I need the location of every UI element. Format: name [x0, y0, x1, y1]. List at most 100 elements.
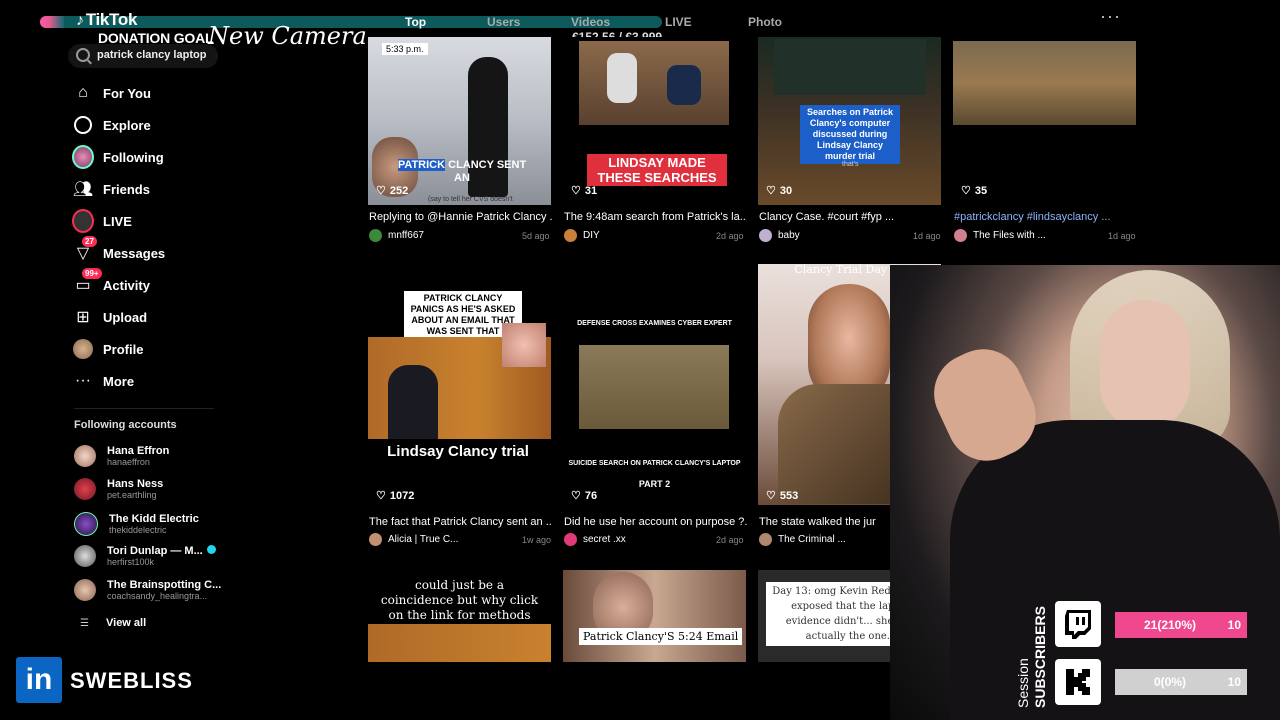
subscribers-label-text: SUBSCRIBERS	[1032, 606, 1048, 708]
video-thumbnail[interactable]: 5:33 p.m. PATRICK CLANCY SENT AN (say to…	[368, 37, 551, 205]
sidebar-item-for-you[interactable]: ⌂ For You	[72, 81, 212, 105]
nav-label: Activity	[103, 277, 150, 293]
compass-icon	[72, 114, 94, 136]
account-username: coachsandy_healingtra...	[107, 591, 208, 601]
overlay-small-text: (say to tell her CVS doesn't	[428, 196, 513, 203]
video-author[interactable]: Alicia | True C...	[369, 533, 458, 546]
tab-videos[interactable]: Videos	[571, 15, 610, 29]
video-thumbnail[interactable]: DEFENSE CROSS EXAMINES CYBER EXPERT SUIC…	[563, 283, 746, 505]
video-caption[interactable]: Clancy Case. #court #fyp ...	[759, 211, 942, 223]
following-account[interactable]: The Kidd Electric thekiddelectric	[74, 512, 199, 536]
author-name: Alicia | True C...	[388, 534, 459, 545]
overlay-part-text: PART 2	[638, 479, 671, 489]
video-thumbnail[interactable]: ♡ 35	[953, 37, 1136, 205]
video-thumbnail[interactable]: Searches on Patrick Clancy's computer di…	[758, 37, 941, 205]
avatar	[74, 478, 96, 500]
courtroom-image	[579, 41, 729, 125]
heart-icon: ♡	[766, 490, 776, 502]
heart-icon: ♡	[961, 185, 971, 197]
following-account[interactable]: Tori Dunlap — M... herfirst100k	[74, 545, 216, 567]
video-thumbnail[interactable]: could just be a coincidence but why clic…	[368, 570, 551, 662]
video-author[interactable]: secret .xx	[564, 533, 626, 546]
video-author[interactable]: DIY	[564, 229, 600, 242]
video-caption[interactable]: The 9:48am search from Patrick's la...	[564, 211, 747, 223]
video-author[interactable]: The Criminal ...	[759, 533, 846, 546]
avatar	[369, 229, 382, 242]
courtroom-image	[953, 41, 1136, 125]
tiktok-logo[interactable]: ♪ TikTok	[76, 10, 137, 30]
like-count: ♡ 553	[766, 489, 798, 503]
overlay-time: 5:33 p.m.	[382, 43, 428, 55]
nav-label: Explore	[103, 117, 151, 133]
like-count: ♡ 30	[766, 184, 792, 198]
search-icon	[76, 48, 90, 62]
overlay-text: DEFENSE CROSS EXAMINES CYBER EXPERT	[577, 320, 732, 327]
tiktok-logo-text: TikTok	[85, 10, 138, 29]
video-caption[interactable]: The fact that Patrick Clancy sent an ...	[369, 516, 552, 528]
activity-icon: ▭ 99+	[72, 268, 102, 296]
person-silhouette	[388, 365, 438, 439]
author-name: mnff667	[388, 230, 424, 241]
following-account[interactable]: Hans Ness pet.earthling	[74, 478, 163, 500]
video-age: 2d ago	[716, 535, 744, 545]
nav-label: More	[103, 373, 135, 389]
video-thumbnail[interactable]: LINDSAY MADE THESE SEARCHES ♡ 31	[563, 37, 746, 205]
following-avatar-icon	[72, 145, 94, 169]
account-username: pet.earthling	[107, 490, 157, 500]
tab-users[interactable]: Users	[487, 15, 520, 29]
search-query[interactable]: patrick clancy laptop	[97, 49, 206, 61]
sidebar-item-activity[interactable]: ▭ 99+ Activity	[72, 268, 212, 297]
sidebar-item-explore[interactable]: Explore	[72, 113, 212, 137]
account-name: The Brainspotting C...	[107, 579, 222, 591]
kick-logo	[1066, 669, 1090, 695]
courtroom-image	[579, 345, 729, 429]
tab-top[interactable]: Top	[405, 15, 426, 29]
sidebar-item-live[interactable]: LIVE	[72, 209, 212, 233]
webcam-face	[1100, 300, 1190, 430]
tab-live[interactable]: LIVE	[665, 15, 692, 29]
monitor-image	[774, 39, 926, 95]
heart-icon: ♡	[571, 490, 581, 502]
avatar	[369, 533, 382, 546]
sidebar-item-profile[interactable]: Profile	[72, 337, 212, 361]
view-all-link[interactable]: View all	[106, 617, 146, 629]
nav-label: Messages	[103, 245, 166, 261]
sidebar-item-friends[interactable]: 👥︎ Friends	[72, 177, 212, 201]
video-thumbnail[interactable]: Patrick Clancy'S 5:24 Email	[563, 570, 746, 662]
heart-icon: ♡	[376, 185, 386, 197]
twitch-icon	[1055, 601, 1101, 647]
tab-photo[interactable]: Photo	[748, 15, 782, 29]
video-author[interactable]: The Files with ...	[954, 229, 1046, 242]
more-options-icon[interactable]: ···	[1100, 6, 1121, 27]
avatar	[564, 533, 577, 546]
video-thumbnail[interactable]: PATRICK CLANCY PANICS AS HE'S ASKED ABOU…	[368, 283, 551, 505]
heart-icon: ♡	[571, 185, 581, 197]
sidebar-item-messages[interactable]: ▽ 27 Messages	[72, 236, 212, 265]
sidebar-item-following[interactable]: Following	[72, 145, 212, 169]
overlay-text: could just be a coincidence but why clic…	[380, 578, 539, 622]
tiktok-note-icon: ♪	[76, 12, 84, 29]
video-author[interactable]: baby	[759, 229, 800, 242]
video-age: 1d ago	[1108, 231, 1136, 241]
sidebar-item-more[interactable]: ··· More	[72, 369, 212, 393]
account-name: Tori Dunlap — M...	[107, 545, 203, 557]
face-image	[502, 323, 546, 367]
more-icon: ···	[75, 372, 91, 389]
kick-subs-count: 0(0%)	[1153, 675, 1186, 689]
sidebar-item-upload[interactable]: ⊞ Upload	[72, 305, 212, 329]
following-account[interactable]: The Brainspotting C... coachsandy_healing…	[74, 579, 221, 601]
video-caption[interactable]: #patrickclancy #lindsayclancy ...	[954, 211, 1137, 223]
home-icon: ⌂	[78, 84, 88, 101]
donation-progress-fill	[40, 16, 64, 28]
overlay-text: Searches on Patrick Clancy's computer di…	[800, 105, 900, 164]
nav-label: Friends	[103, 181, 150, 197]
list-icon: ☰	[80, 618, 89, 629]
heart-icon: ♡	[766, 185, 776, 197]
following-account[interactable]: Hana Effron hanaeffron	[74, 445, 169, 467]
video-author[interactable]: mnff667	[369, 229, 424, 242]
verified-icon	[206, 545, 216, 554]
video-caption[interactable]: Replying to @Hannie Patrick Clancy ...	[369, 211, 552, 223]
video-caption[interactable]: Did he use her account on purpose ?...	[564, 516, 747, 528]
avatar	[74, 545, 96, 567]
following-accounts-heading: Following accounts	[74, 419, 177, 431]
